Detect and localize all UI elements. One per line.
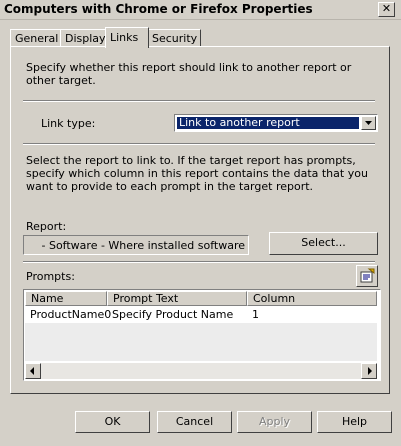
tab-links[interactable]: Links (105, 27, 149, 48)
tab-general-label: General (15, 32, 59, 45)
column-header-name[interactable]: Name (25, 291, 107, 306)
cancel-label: Cancel (175, 415, 214, 428)
apply-label: Apply (258, 415, 291, 428)
divider (23, 261, 375, 263)
dropdown-button[interactable] (361, 116, 376, 130)
link-type-label: Link type: (41, 117, 96, 130)
tab-security-label: Security (152, 32, 198, 45)
row-column: 1 (252, 308, 259, 321)
divider (23, 143, 375, 145)
divider (23, 100, 375, 102)
tab-display-label: Display (65, 32, 106, 45)
window-title: Computers with Chrome or Firefox Propert… (4, 2, 313, 16)
link-type-value: Link to another report (177, 117, 359, 129)
prompts-label: Prompts: (26, 270, 75, 283)
horizontal-scrollbar[interactable] (25, 363, 377, 379)
report-label: Report: (26, 220, 67, 233)
select-button[interactable]: Select... (269, 232, 378, 255)
close-icon: ✕ (381, 2, 392, 15)
column-header-prompt-text[interactable]: Prompt Text (107, 291, 247, 306)
select-button-label: Select... (301, 236, 346, 249)
title-bar: Computers with Chrome or Firefox Propert… (0, 0, 401, 20)
properties-icon (360, 268, 375, 283)
list-empty-area (25, 323, 377, 361)
link-type-select[interactable]: Link to another report (174, 114, 378, 132)
prompts-list[interactable]: Name Prompt Text Column ProductName0 Spe… (23, 289, 381, 381)
intro-text: Specify whether this report should link … (26, 61, 352, 87)
row-prompt-text: Specify Product Name (112, 308, 234, 321)
select-report-text: Select the report to link to. If the tar… (26, 154, 368, 193)
row-name: ProductName0 (30, 308, 112, 321)
cancel-button[interactable]: Cancel (157, 411, 232, 433)
properties-button[interactable] (356, 265, 378, 287)
tab-general[interactable]: General (10, 29, 64, 47)
tab-links-label: Links (110, 31, 139, 44)
scroll-right-button[interactable] (361, 363, 377, 379)
scroll-left-button[interactable] (25, 363, 41, 379)
ok-label: OK (104, 415, 121, 428)
arrow-right-icon (368, 367, 372, 375)
arrow-left-icon (30, 367, 34, 375)
help-button[interactable]: Help (317, 411, 392, 433)
help-label: Help (341, 415, 368, 428)
list-item[interactable]: ProductName0 Specify Product Name 1 (25, 307, 377, 322)
ok-button[interactable]: OK (75, 411, 150, 433)
tab-security[interactable]: Security (147, 29, 201, 47)
chevron-down-icon (365, 121, 372, 125)
links-panel: Specify whether this report should link … (10, 46, 390, 394)
list-header: Name Prompt Text Column (25, 291, 377, 306)
apply-button[interactable]: Apply (237, 411, 312, 433)
close-button[interactable]: ✕ (378, 2, 395, 17)
report-value: - Software - Where installed software (41, 239, 246, 252)
column-header-column[interactable]: Column (247, 291, 377, 306)
report-field: - Software - Where installed software (23, 235, 249, 255)
